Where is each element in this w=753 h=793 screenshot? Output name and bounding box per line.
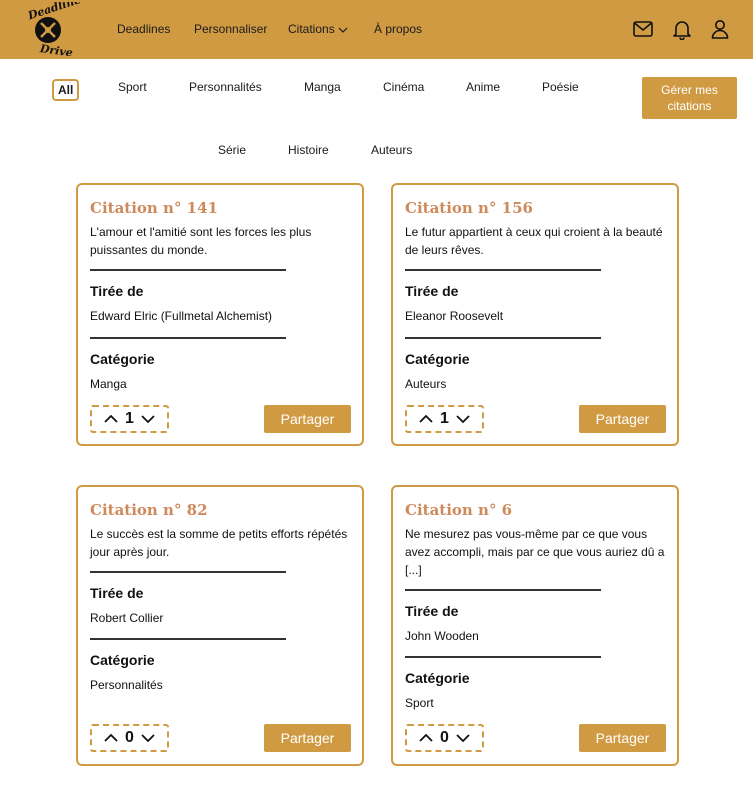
divider: [405, 337, 601, 339]
quote-card: Citation n° 141 L'amour et l'amitié sont…: [76, 183, 364, 446]
nav-deadlines[interactable]: Deadlines: [117, 22, 170, 36]
quote-title: Citation n° 82: [90, 501, 208, 519]
chevron-down-icon[interactable]: [140, 411, 156, 427]
category-heading: Catégorie: [405, 351, 470, 367]
filter-personnalites[interactable]: Personnalités: [189, 80, 262, 94]
vote-count: 1: [440, 410, 449, 427]
source-heading: Tirée de: [405, 283, 459, 299]
manage-quotes-label-2: citations: [667, 99, 712, 113]
category-value: Auteurs: [405, 377, 447, 391]
share-button[interactable]: Partager: [579, 405, 666, 433]
manage-quotes-button[interactable]: Gérer mes citations: [642, 77, 737, 119]
divider: [90, 269, 286, 271]
top-navbar: Deadline Drive Deadlines Personnaliser C…: [0, 0, 753, 60]
source-heading: Tirée de: [90, 585, 144, 601]
vote-count: 0: [125, 729, 134, 746]
quote-text: L'amour et l'amitié sont les forces les …: [90, 225, 312, 257]
divider: [405, 589, 601, 591]
divider: [90, 337, 286, 339]
nav-citations[interactable]: Citations: [288, 22, 348, 37]
quote-text: Le futur appartient à ceux qui croient à…: [405, 225, 663, 257]
chevron-down-icon[interactable]: [455, 730, 471, 746]
vote-control: 0: [90, 724, 169, 752]
nav-personnaliser[interactable]: Personnaliser: [194, 22, 267, 36]
share-button[interactable]: Partager: [579, 724, 666, 752]
category-value: Manga: [90, 377, 127, 391]
share-button[interactable]: Partager: [264, 724, 351, 752]
share-button[interactable]: Partager: [264, 405, 351, 433]
source-value: Eleanor Roosevelt: [405, 309, 504, 323]
chevron-down-icon[interactable]: [140, 730, 156, 746]
filter-serie[interactable]: Série: [218, 143, 246, 157]
category-heading: Catégorie: [90, 351, 155, 367]
source-heading: Tirée de: [405, 603, 459, 619]
source-value: Robert Collier: [90, 611, 164, 625]
quote-card: Citation n° 82 Le succès est la somme de…: [76, 485, 364, 766]
vote-count: 0: [440, 729, 449, 746]
chevron-up-icon[interactable]: [418, 411, 434, 427]
nav-a-propos[interactable]: À propos: [374, 22, 422, 36]
filter-poesie[interactable]: Poésie: [542, 80, 579, 94]
mail-icon[interactable]: [632, 18, 654, 40]
chevron-up-icon[interactable]: [103, 411, 119, 427]
filter-histoire[interactable]: Histoire: [288, 143, 329, 157]
brand-logo[interactable]: Deadline Drive: [25, 0, 82, 60]
chevron-down-icon[interactable]: [455, 411, 471, 427]
category-value: Sport: [405, 696, 434, 710]
filter-manga[interactable]: Manga: [304, 80, 341, 94]
chevron-up-icon[interactable]: [418, 730, 434, 746]
filter-anime[interactable]: Anime: [466, 80, 500, 94]
user-icon[interactable]: [709, 18, 731, 40]
divider: [405, 656, 601, 658]
divider: [90, 571, 286, 573]
vote-control: 1: [405, 405, 484, 433]
nav-citations-label: Citations: [288, 22, 335, 36]
quote-card: Citation n° 156 Le futur appartient à ce…: [391, 183, 679, 446]
quote-title: Citation n° 141: [90, 199, 218, 217]
chevron-down-icon: [338, 23, 348, 37]
category-heading: Catégorie: [90, 652, 155, 668]
divider: [405, 269, 601, 271]
source-heading: Tirée de: [90, 283, 144, 299]
chevron-up-icon[interactable]: [103, 730, 119, 746]
category-value: Personnalités: [90, 678, 163, 692]
category-heading: Catégorie: [405, 670, 470, 686]
vote-control: 1: [90, 405, 169, 433]
filter-auteurs[interactable]: Auteurs: [371, 143, 412, 157]
svg-text:Drive: Drive: [38, 42, 73, 56]
vote-count: 1: [125, 410, 134, 427]
manage-quotes-label-1: Gérer mes: [661, 83, 718, 97]
quote-text: Le succès est la somme de petits efforts…: [90, 527, 348, 559]
source-value: John Wooden: [405, 629, 479, 643]
quote-title: Citation n° 6: [405, 501, 513, 519]
quote-title: Citation n° 156: [405, 199, 533, 217]
filter-all[interactable]: All: [52, 79, 80, 101]
source-value: Edward Elric (Fullmetal Alchemist): [90, 309, 273, 323]
divider: [90, 638, 286, 640]
quote-text: Ne mesurez pas vous-même par ce que vous…: [405, 527, 665, 577]
filter-cinema[interactable]: Cinéma: [383, 80, 424, 94]
quote-card: Citation n° 6 Ne mesurez pas vous-même p…: [391, 485, 679, 766]
filter-sport[interactable]: Sport: [118, 80, 147, 94]
vote-control: 0: [405, 724, 484, 752]
bell-icon[interactable]: [671, 18, 693, 41]
